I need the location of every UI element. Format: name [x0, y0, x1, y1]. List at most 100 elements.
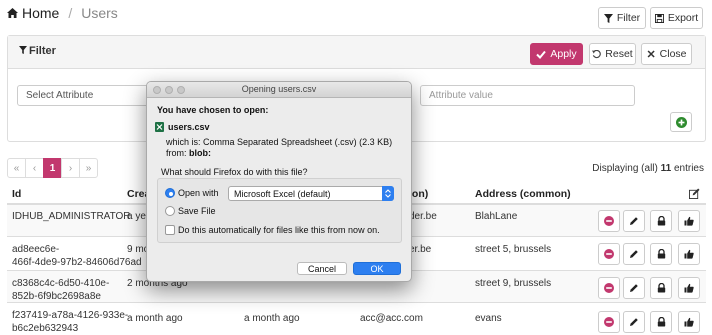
- like-button[interactable]: [678, 210, 700, 232]
- funnel-icon: [603, 13, 613, 23]
- lock-icon: [657, 216, 665, 226]
- pencil-icon: [630, 284, 638, 292]
- undo-icon: [592, 49, 602, 58]
- application-select-value: Microsoft Excel (default): [234, 188, 331, 199]
- attribute-value-input[interactable]: Attribute value: [420, 85, 635, 106]
- lock-button[interactable]: [650, 243, 672, 265]
- dialog-question: What should Firefox do with this file?: [161, 167, 308, 177]
- export-button[interactable]: Export: [650, 7, 703, 29]
- minus-circle-icon: [604, 283, 614, 293]
- check-icon: [536, 50, 547, 59]
- edit-button[interactable]: [623, 311, 645, 333]
- save-file-label: Save File: [178, 206, 216, 216]
- row-4-modified: a month ago: [244, 313, 300, 324]
- page-1-button[interactable]: 1: [43, 158, 62, 178]
- export-button-label: Export: [667, 12, 699, 24]
- displaying-count: Displaying (all) 11 entries: [592, 163, 704, 174]
- row-1-email: der.be: [409, 211, 437, 222]
- attribute-select-value: Select Attribute: [26, 90, 94, 101]
- application-select[interactable]: Microsoft Excel (default): [228, 186, 394, 201]
- breadcrumb-home-label: Home: [22, 5, 60, 21]
- filter-button-label: Filter: [616, 12, 641, 24]
- row-1-address: BlahLane: [475, 211, 518, 222]
- pencil-icon: [630, 250, 638, 258]
- lock-icon: [657, 283, 665, 293]
- column-header-address[interactable]: Address (common): [475, 188, 571, 200]
- pencil-icon: [630, 217, 638, 225]
- delete-button[interactable]: [598, 311, 620, 333]
- close-button-label: Close: [659, 48, 687, 60]
- plus-circle-icon: [675, 116, 687, 128]
- next-page-button[interactable]: ›: [61, 158, 80, 178]
- delete-button[interactable]: [598, 210, 620, 232]
- attribute-value-placeholder: Attribute value: [429, 90, 493, 101]
- edit-button[interactable]: [623, 277, 645, 299]
- open-file-dialog: Opening users.csv You have chosen to ope…: [146, 81, 412, 282]
- attribute-select[interactable]: Select Attribute: [17, 85, 152, 106]
- row-3-address: street 9, brussels: [475, 278, 552, 289]
- apply-button[interactable]: Apply: [530, 43, 583, 65]
- dialog-filename: users.csv: [168, 122, 210, 132]
- apply-button-label: Apply: [550, 48, 577, 60]
- previous-page-button[interactable]: ‹: [25, 158, 44, 178]
- thumbs-up-icon: [684, 283, 694, 293]
- breadcrumb: Home / Users: [6, 5, 118, 21]
- breadcrumb-current: Users: [81, 5, 118, 21]
- dialog-from: from: blob:: [166, 148, 212, 158]
- row-2-email: er.be: [409, 244, 432, 255]
- dialog-cancel-button[interactable]: Cancel: [297, 262, 347, 275]
- reset-button[interactable]: Reset: [589, 43, 636, 65]
- reset-button-label: Reset: [605, 48, 633, 60]
- close-button[interactable]: ✕ Close: [641, 43, 692, 65]
- minus-circle-icon: [604, 249, 614, 259]
- entry-count: 11: [660, 163, 672, 174]
- breadcrumb-separator: /: [68, 5, 73, 21]
- dialog-title: Opening users.csv: [241, 84, 317, 94]
- do-automatically-label: Do this automatically for files like thi…: [178, 225, 380, 235]
- do-automatically-checkbox[interactable]: [165, 225, 175, 235]
- last-page-button[interactable]: »: [79, 158, 98, 178]
- lock-button[interactable]: [650, 277, 672, 299]
- pagination: « ‹ 1 › »: [7, 158, 98, 178]
- edit-button[interactable]: [623, 210, 645, 232]
- dialog-file-type: which is: Comma Separated Spreadsheet (.…: [166, 137, 393, 147]
- thumbs-up-icon: [684, 216, 694, 226]
- lock-button[interactable]: [650, 311, 672, 333]
- chevron-up-down-icon: [382, 186, 394, 201]
- filter-panel-title: Filter: [19, 45, 56, 57]
- column-header-id[interactable]: Id: [12, 188, 21, 200]
- row-divider: [7, 302, 706, 303]
- thumbs-up-icon: [684, 317, 694, 327]
- first-page-button[interactable]: «: [7, 158, 26, 178]
- close-icon: ✕: [646, 48, 656, 61]
- lock-icon: [657, 317, 665, 327]
- save-icon: [654, 13, 664, 23]
- save-file-radio[interactable]: [165, 206, 175, 216]
- like-button[interactable]: [678, 277, 700, 299]
- like-button[interactable]: [678, 243, 700, 265]
- home-icon: [7, 8, 18, 18]
- spreadsheet-file-icon: [155, 122, 164, 132]
- edit-button[interactable]: [623, 243, 645, 265]
- dialog-ok-button[interactable]: OK: [353, 262, 401, 275]
- delete-button[interactable]: [598, 243, 620, 265]
- edit-columns-icon[interactable]: [689, 188, 700, 199]
- filter-button[interactable]: Filter: [598, 7, 646, 29]
- breadcrumb-home[interactable]: Home: [6, 5, 59, 21]
- lock-icon: [657, 249, 665, 259]
- dialog-chosen-text: You have chosen to open:: [157, 105, 269, 115]
- like-button[interactable]: [678, 311, 700, 333]
- row-3-id: c8368c4c-6d50-410e- 852b-6f9bc2698a8e: [12, 278, 110, 302]
- delete-button[interactable]: [598, 277, 620, 299]
- row-1-id: IDHUB_ADMINISTRATOR: [12, 211, 131, 222]
- row-4-id: f237419-a78a-4126-933e-b6c2eb632943: [12, 310, 129, 334]
- row-4-created: a month ago: [127, 313, 183, 324]
- row-4-address: evans: [475, 313, 502, 324]
- dialog-titlebar: Opening users.csv: [147, 82, 411, 98]
- add-filter-button[interactable]: [670, 112, 692, 132]
- lock-button[interactable]: [650, 210, 672, 232]
- row-2-id: ad8eec6e- 466f-4de9-97b2-84606d76ad: [12, 244, 142, 268]
- row-2-address: street 5, brussels: [475, 244, 552, 255]
- minus-circle-icon: [604, 216, 614, 226]
- open-with-radio[interactable]: [165, 188, 175, 198]
